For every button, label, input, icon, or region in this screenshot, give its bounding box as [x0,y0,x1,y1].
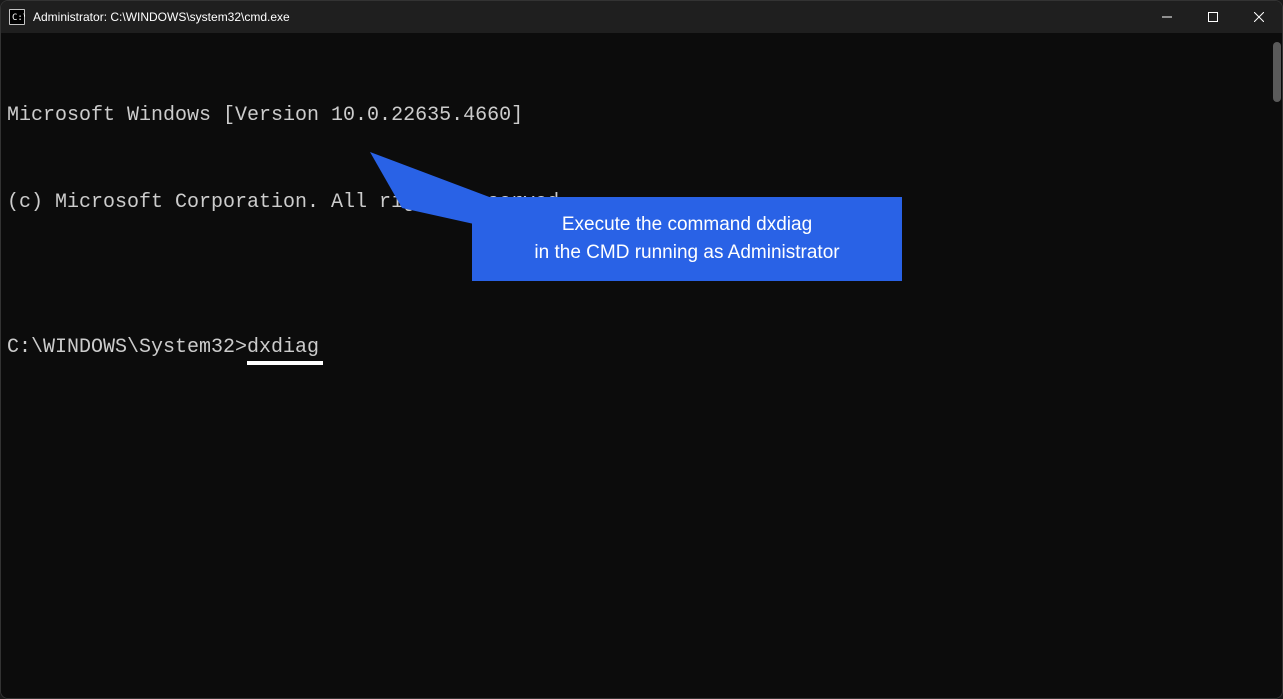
prompt-line: C:\WINDOWS\System32>dxdiag [7,333,1276,362]
prompt-path: C:\WINDOWS\System32> [7,336,247,359]
scrollbar-thumb[interactable] [1273,42,1281,102]
titlebar[interactable]: C:\ Administrator: C:\WINDOWS\system32\c… [1,1,1282,33]
callout-text-line2: in the CMD running as Administrator [534,239,839,268]
version-line: Microsoft Windows [Version 10.0.22635.46… [7,101,1276,130]
close-button[interactable] [1236,1,1282,33]
callout-text-line1: Execute the command dxdiag [562,211,812,240]
terminal-output[interactable]: Microsoft Windows [Version 10.0.22635.46… [1,33,1282,698]
window-controls [1144,1,1282,33]
cmd-window: C:\ Administrator: C:\WINDOWS\system32\c… [0,0,1283,699]
typed-command: dxdiag [247,333,319,362]
minimize-button[interactable] [1144,1,1190,33]
svg-text:C:\: C:\ [12,13,25,23]
annotation-callout: Execute the command dxdiag in the CMD ru… [472,197,902,281]
window-title: Administrator: C:\WINDOWS\system32\cmd.e… [33,10,1144,24]
cmd-icon: C:\ [9,9,25,25]
maximize-button[interactable] [1190,1,1236,33]
